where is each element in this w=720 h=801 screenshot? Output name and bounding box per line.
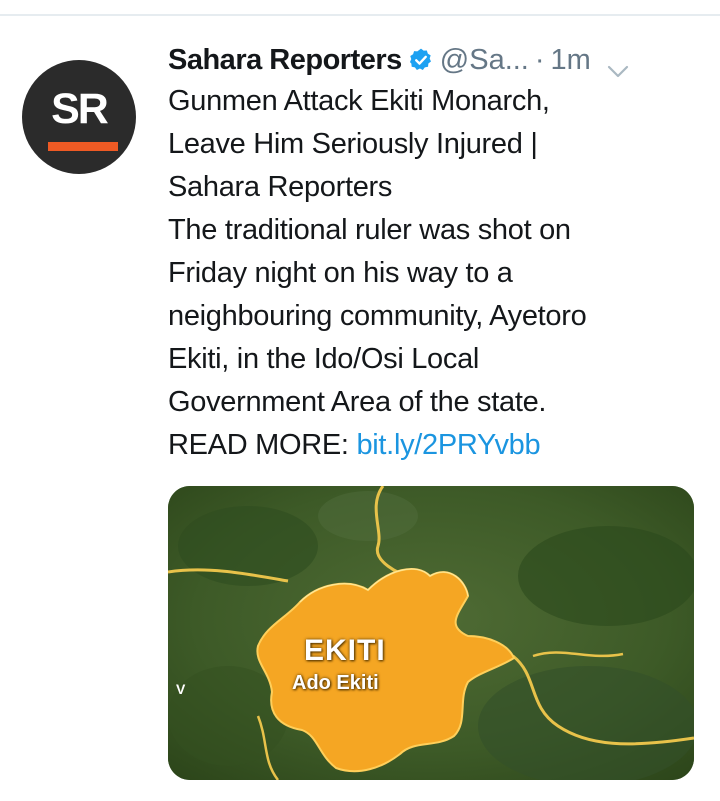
map-capital-label: Ado Ekiti	[292, 672, 379, 694]
body-line: Government Area of the state.	[168, 386, 547, 418]
avatar-logo-text: SR	[51, 85, 109, 133]
handle[interactable]: @Sa...	[440, 43, 529, 77]
map-edge-letter: V	[176, 681, 186, 697]
tweet-header: Sahara Reporters @Sa... · 1m	[168, 40, 708, 80]
display-name[interactable]: Sahara Reporters	[168, 43, 402, 77]
body-line: Ekiti, in the Ido/Osi Local	[168, 343, 480, 375]
tweet-text: Gunmen Attack Ekiti Monarch, Leave Him S…	[168, 80, 708, 467]
chevron-down-icon[interactable]	[607, 53, 629, 78]
body-line: The traditional ruler was shot on	[168, 214, 571, 246]
timestamp[interactable]: 1m	[551, 43, 591, 77]
headline-line: Sahara Reporters	[168, 171, 393, 203]
headline-line: Gunmen Attack Ekiti Monarch,	[168, 85, 550, 117]
tweet-card[interactable]: SR Sahara Reporters @Sa... · 1m Gunmen A…	[0, 16, 720, 801]
tweet-media-image[interactable]: V EKITI Ado Ekiti	[168, 486, 694, 780]
read-more-label: READ MORE:	[168, 429, 349, 461]
avatar[interactable]: SR	[22, 60, 136, 174]
read-more-line: READ MORE: bit.ly/2PRYvbb	[168, 424, 708, 467]
verified-badge-icon	[408, 47, 434, 73]
article-link[interactable]: bit.ly/2PRYvbb	[356, 429, 540, 461]
body-line: neighbouring community, Ayetoro	[168, 300, 587, 332]
avatar-logo-bar	[48, 142, 118, 151]
map-state-label: EKITI	[304, 634, 386, 667]
header-separator: ·	[534, 44, 545, 76]
headline-line: Leave Him Seriously Injured |	[168, 128, 538, 160]
body-line: Friday night on his way to a	[168, 257, 513, 289]
ekiti-map-graphic: V	[168, 486, 694, 780]
